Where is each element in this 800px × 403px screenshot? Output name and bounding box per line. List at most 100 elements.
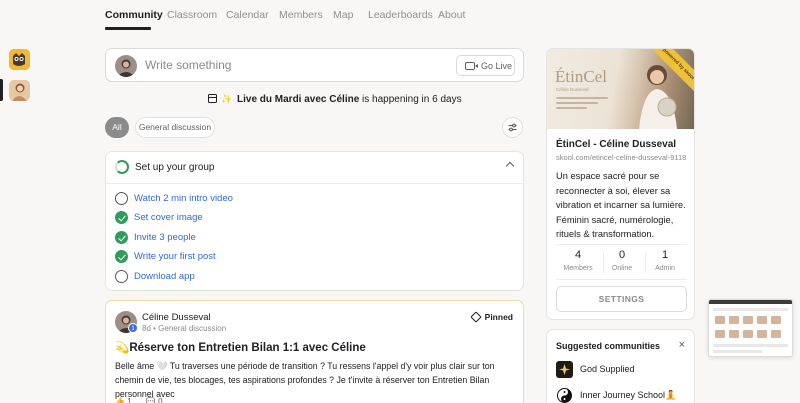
- pinned-badge: Pinned: [469, 311, 513, 323]
- live-event-banner[interactable]: ✨ Live du Mardi avec Céline is happening…: [208, 94, 462, 105]
- comment-count: 0: [158, 397, 163, 403]
- stat-label: Online: [611, 265, 633, 272]
- stat-value: 1: [661, 249, 669, 261]
- preview-thumb: [729, 316, 739, 324]
- setup-header[interactable]: Set up your group: [106, 152, 523, 184]
- comment-icon[interactable]: 💬: [146, 397, 156, 403]
- tab-members[interactable]: Members: [279, 9, 323, 21]
- level-badge: 1: [128, 323, 138, 333]
- tab-calendar[interactable]: Calendar: [226, 9, 269, 21]
- pinned-label: Pinned: [484, 312, 513, 322]
- check-circle-icon: [115, 250, 128, 263]
- sparkle-emoji: ✨: [221, 94, 233, 104]
- stat-value: 4: [574, 249, 582, 261]
- divider: [556, 244, 687, 245]
- divider: [556, 279, 687, 280]
- group-cover-image[interactable]: ÉtinCel Céline Dusseval powered by skool: [547, 49, 694, 129]
- progress-ring-icon: [115, 160, 129, 174]
- group-name: ÉtinCel - Céline Dusseval: [556, 139, 677, 150]
- preview-line: [713, 350, 762, 353]
- stat-online[interactable]: 0 Online: [602, 249, 642, 272]
- tab-map[interactable]: Map: [333, 9, 353, 21]
- active-tab-indicator: [105, 27, 151, 30]
- like-icon[interactable]: 👍: [115, 397, 125, 403]
- group-about-card: ÉtinCel Céline Dusseval powered by skool…: [546, 48, 695, 320]
- banner-text-lines: [556, 97, 608, 112]
- setup-checklist: Set up your group Watch 2 min intro vide…: [105, 151, 524, 291]
- post-title[interactable]: 💫Réserve ton Entretien Bilan 1:1 avec Cé…: [115, 340, 366, 354]
- live-event-title[interactable]: Live du Mardi avec Céline: [237, 94, 359, 105]
- go-live-button[interactable]: Go Live: [456, 55, 515, 76]
- setup-title: Set up your group: [135, 162, 215, 173]
- unchecked-circle-icon: [115, 192, 128, 205]
- preview-thumb: [757, 330, 767, 338]
- check-circle-icon: [115, 231, 128, 244]
- group-url[interactable]: skool.com/etincel-celine-dusseval-9118: [556, 153, 686, 162]
- pinned-post[interactable]: 1 Céline Dusseval 8d • General discussio…: [105, 300, 524, 403]
- live-event-suffix: is happening in 6 days: [362, 94, 462, 105]
- preview-thumb: [743, 316, 753, 324]
- task-label[interactable]: Set cover image: [134, 212, 203, 223]
- post-composer[interactable]: Write something Go Live: [105, 48, 524, 82]
- preview-line: [713, 308, 788, 311]
- god-supplied-icon: [556, 361, 573, 378]
- avatar-icon: [115, 55, 137, 77]
- banner-subtitle: Céline Dusseval: [556, 87, 589, 92]
- post-meta: 8d • General discussion: [142, 324, 227, 333]
- preview-thumb: [729, 330, 739, 338]
- top-nav: Community Classroom Calendar Members Map…: [0, 0, 800, 30]
- like-count: 1: [127, 397, 132, 403]
- banner-brand: ÉtinCel: [555, 67, 607, 86]
- filter-all[interactable]: All: [105, 117, 129, 138]
- task-label[interactable]: Watch 2 min intro video: [134, 193, 233, 204]
- stat-label: Members: [563, 265, 593, 272]
- video-camera-icon: [465, 62, 478, 70]
- stat-members[interactable]: 4 Members: [558, 249, 598, 272]
- group-description: Un espace sacré pour se reconnecter à so…: [556, 171, 686, 239]
- composer-placeholder[interactable]: Write something: [145, 58, 231, 72]
- tab-community[interactable]: Community: [105, 9, 163, 21]
- preview-thumb: [771, 316, 781, 324]
- filter-general-discussion[interactable]: General discussion: [135, 117, 215, 138]
- task-label[interactable]: Write your first post: [134, 251, 216, 262]
- active-group-indicator: [0, 79, 3, 101]
- close-icon[interactable]: ×: [679, 339, 685, 351]
- chevron-up-icon[interactable]: [505, 161, 515, 171]
- go-live-label: Go Live: [481, 61, 513, 71]
- preview-thumb: [743, 330, 753, 338]
- tab-about[interactable]: About: [438, 9, 465, 21]
- etincel-thumbnail-icon: [9, 80, 30, 101]
- preview-thumb: [757, 316, 767, 324]
- stat-label: Admin: [655, 265, 675, 272]
- community-name[interactable]: God Supplied: [580, 364, 635, 374]
- post-body: Belle âme 🤍 Tu traverses une période de …: [115, 361, 495, 399]
- post-author[interactable]: Céline Dusseval: [142, 312, 211, 323]
- settings-button[interactable]: SETTINGS: [556, 286, 687, 312]
- task-label[interactable]: Download app: [134, 271, 195, 282]
- stat-admin[interactable]: 1 Admin: [645, 249, 685, 272]
- preview-header: [709, 300, 792, 304]
- preview-thumb: [715, 316, 725, 324]
- yin-yang-icon: [556, 387, 573, 403]
- calendar-icon: [208, 94, 217, 103]
- group-icon-owl[interactable]: [9, 49, 30, 70]
- filter-settings-button[interactable]: [502, 117, 523, 138]
- stat-value: 0: [618, 249, 626, 261]
- pin-icon: [469, 311, 482, 323]
- unchecked-circle-icon: [115, 270, 128, 283]
- window-preview-thumbnail[interactable]: [708, 299, 793, 357]
- group-icon-etincel[interactable]: [9, 80, 30, 101]
- tab-classroom[interactable]: Classroom: [167, 9, 217, 21]
- suggested-communities: Suggested communities × God Supplied Inn…: [546, 329, 695, 403]
- check-circle-icon: [115, 211, 128, 224]
- task-label[interactable]: Invite 3 people: [134, 232, 196, 243]
- preview-thumb: [715, 330, 725, 338]
- user-avatar: [115, 55, 137, 77]
- sliders-icon: [508, 123, 517, 132]
- preview-thumb: [771, 330, 781, 338]
- suggested-title: Suggested communities: [556, 341, 661, 351]
- tab-leaderboards[interactable]: Leaderboards: [368, 9, 433, 21]
- owl-icon: [9, 49, 30, 70]
- community-name[interactable]: Inner Journey School🧘: [580, 390, 676, 401]
- post-stats: 👍 1 💬 0: [115, 397, 163, 403]
